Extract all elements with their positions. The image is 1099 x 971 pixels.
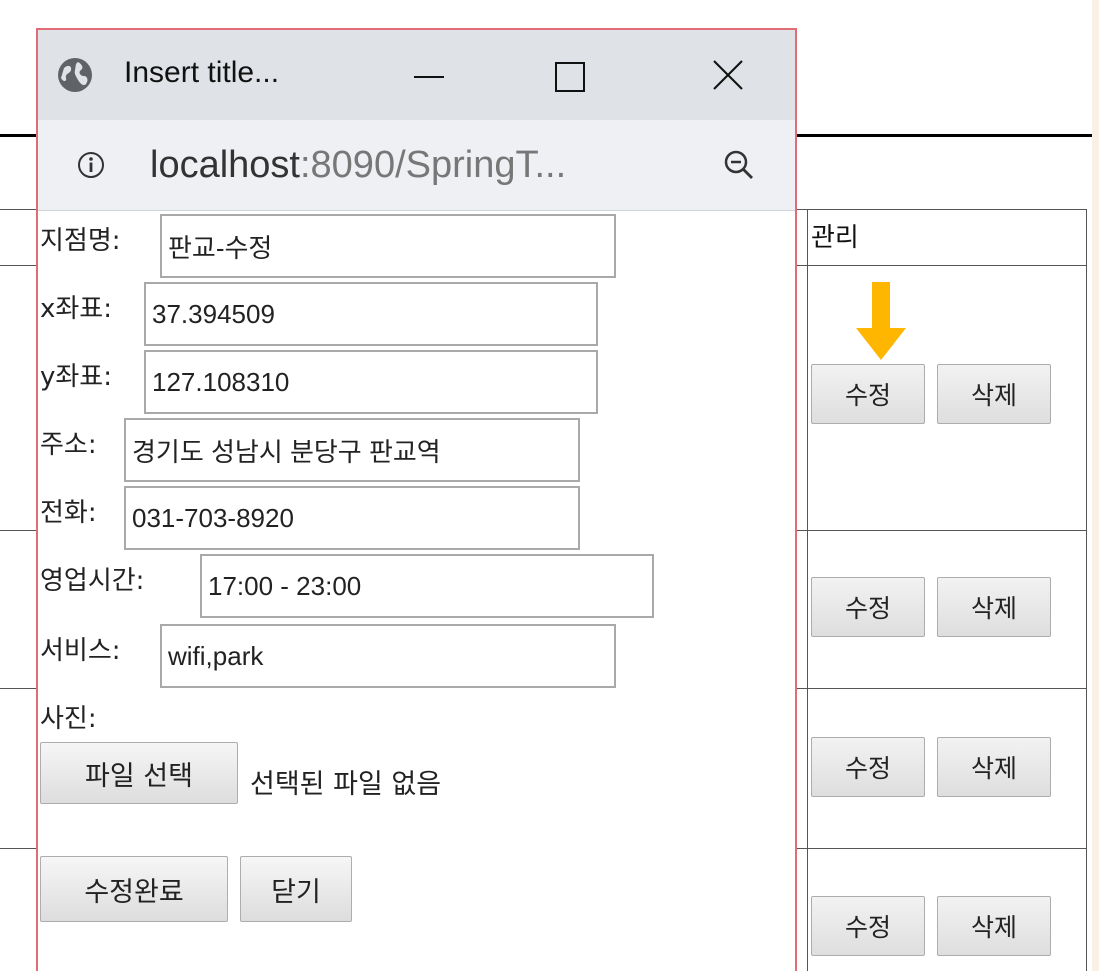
y-coord-label: y좌표: xyxy=(40,362,112,392)
globe-icon xyxy=(58,58,92,92)
close-popup-button[interactable]: 닫기 xyxy=(240,856,352,922)
name-label: 지점명: xyxy=(40,226,121,256)
delete-button[interactable]: 삭제 xyxy=(937,737,1051,797)
close-button[interactable] xyxy=(674,30,784,120)
photo-label: 사진: xyxy=(40,704,97,734)
address-label: 주소: xyxy=(40,430,97,460)
info-icon[interactable] xyxy=(76,150,106,180)
edit-button[interactable]: 수정 xyxy=(811,896,925,956)
delete-button[interactable]: 삭제 xyxy=(937,577,1051,637)
minimize-button[interactable] xyxy=(374,30,484,120)
edit-button[interactable]: 수정 xyxy=(811,577,925,637)
hours-input[interactable] xyxy=(200,554,654,618)
choose-file-button[interactable]: 파일 선택 xyxy=(40,742,238,804)
url-path: :8090/SpringT... xyxy=(299,144,567,186)
edit-button[interactable]: 수정 xyxy=(811,364,925,424)
service-label: 서비스: xyxy=(40,636,121,666)
zoom-out-icon[interactable] xyxy=(722,148,756,182)
close-icon xyxy=(713,60,743,90)
delete-button[interactable]: 삭제 xyxy=(937,364,1051,424)
url-text[interactable]: localhost:8090/SpringT... xyxy=(150,144,566,187)
minimize-icon xyxy=(414,76,444,78)
phone-label: 전화: xyxy=(40,498,97,528)
down-arrow-icon xyxy=(856,282,906,360)
maximize-button[interactable] xyxy=(516,30,626,120)
popup-window: Insert title... localhost:8090/SpringT..… xyxy=(36,28,797,971)
x-coord-input[interactable] xyxy=(144,282,598,346)
phone-input[interactable] xyxy=(124,486,580,550)
x-coord-label: x좌표: xyxy=(40,294,112,324)
y-coord-input[interactable] xyxy=(144,350,598,414)
service-input[interactable] xyxy=(160,624,616,688)
address-input[interactable] xyxy=(124,418,580,482)
maximize-icon xyxy=(555,62,585,92)
name-input[interactable] xyxy=(160,214,616,278)
url-host: localhost xyxy=(150,144,300,186)
table-header-manage: 관리 xyxy=(811,223,859,253)
delete-button[interactable]: 삭제 xyxy=(937,896,1051,956)
window-title: Insert title... xyxy=(124,56,280,89)
edit-button[interactable]: 수정 xyxy=(811,737,925,797)
hours-label: 영업시간: xyxy=(40,566,145,596)
title-bar[interactable]: Insert title... xyxy=(38,30,795,120)
table-right-border xyxy=(1086,209,1087,971)
file-status-text: 선택된 파일 없음 xyxy=(250,769,442,800)
submit-edit-button[interactable]: 수정완료 xyxy=(40,856,228,922)
table-column-divider xyxy=(807,209,808,971)
